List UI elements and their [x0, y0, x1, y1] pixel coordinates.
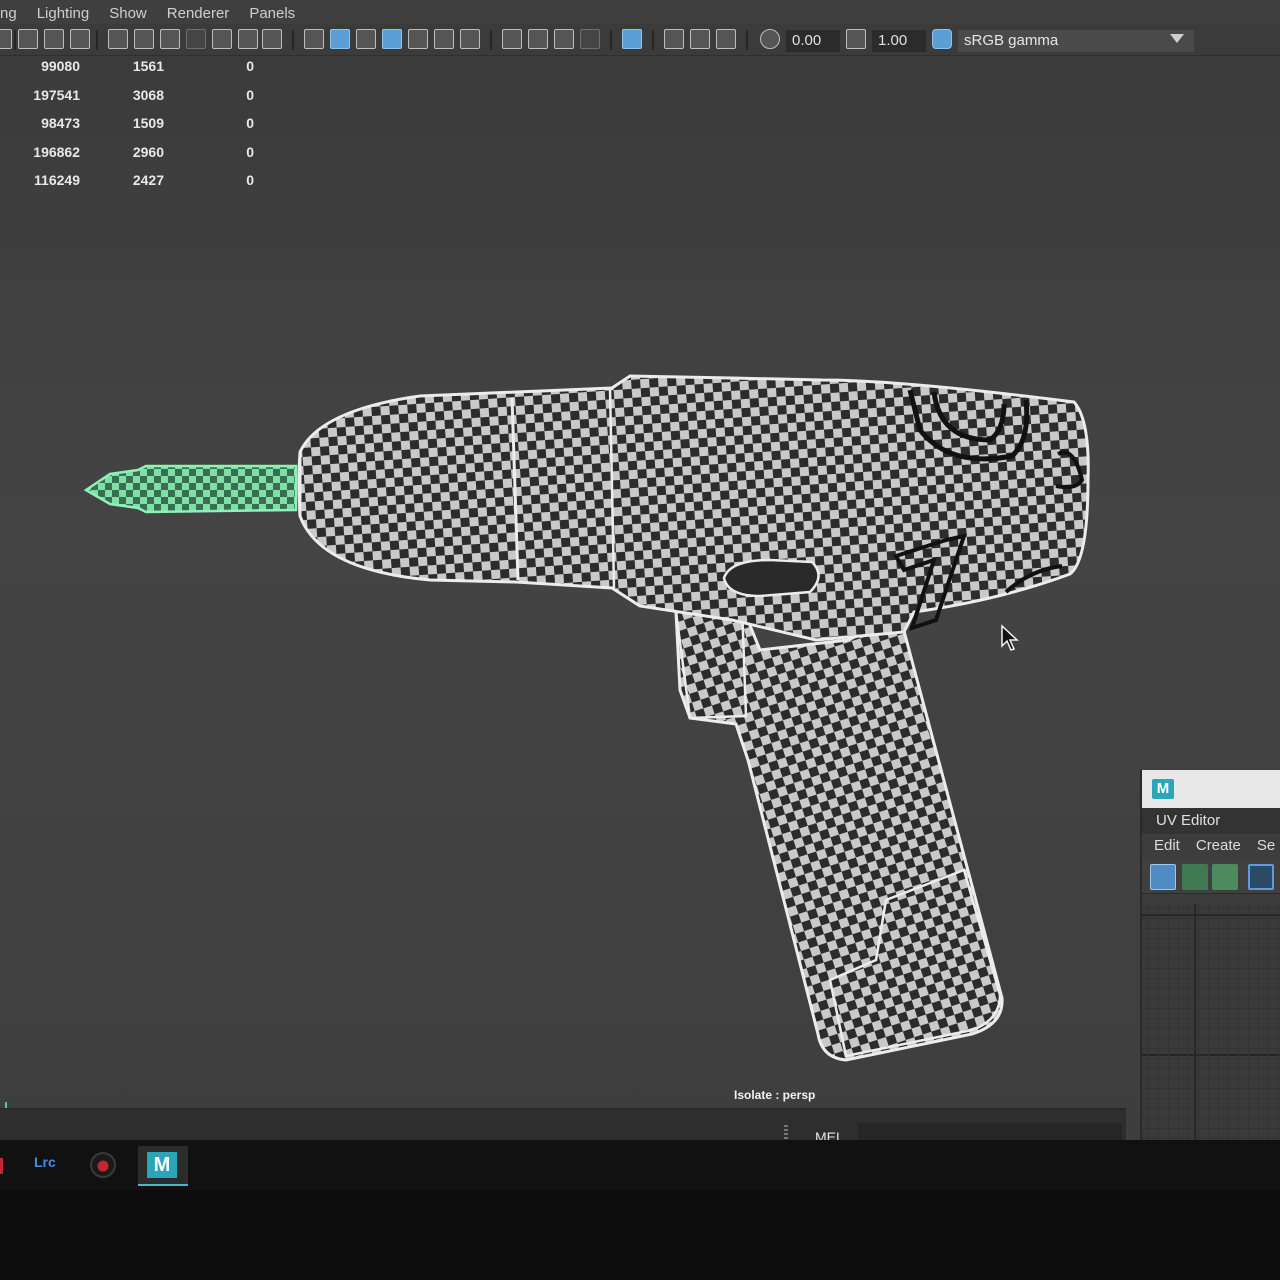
- hud-value: 98473: [41, 115, 80, 132]
- hud-value: 2960: [132, 143, 164, 160]
- menu-item-show[interactable]: Show: [109, 5, 147, 22]
- depth-of-field-icon[interactable]: [580, 29, 600, 49]
- hud-row-tris: 196862 2960 0: [0, 144, 270, 173]
- uv-unfold-icon[interactable]: [1212, 864, 1238, 890]
- uv-frame-icon[interactable]: [1248, 864, 1274, 890]
- field-chart-icon[interactable]: [212, 29, 232, 49]
- toolbar-divider: [292, 30, 294, 50]
- maya-taskbar-button[interactable]: M: [138, 1146, 188, 1186]
- uv-editor-title: UV Editor: [1142, 808, 1280, 834]
- menu-item-shading[interactable]: ng: [0, 5, 17, 22]
- mouse-cursor-icon: [1001, 624, 1019, 651]
- gate-mask-icon[interactable]: [186, 29, 206, 49]
- use-all-lights-icon[interactable]: [434, 29, 454, 49]
- resolution-gate-icon[interactable]: [160, 29, 180, 49]
- perspective-viewport[interactable]: [0, 58, 1128, 1133]
- hud-value: 0: [246, 58, 254, 74]
- toolbar-divider: [652, 30, 654, 50]
- camera-select-icon[interactable]: [0, 29, 12, 49]
- toolbar-divider: [746, 30, 748, 50]
- recorder-app-icon[interactable]: [90, 1152, 116, 1178]
- textured-icon[interactable]: [408, 29, 428, 49]
- camera-label: Isolate : persp: [734, 1088, 816, 1102]
- os-taskbar: Lrc M: [0, 1140, 1280, 1190]
- trigger-slot: [722, 558, 820, 598]
- menu-item-renderer[interactable]: Renderer: [167, 5, 230, 22]
- uv-grid-canvas[interactable]: [1142, 904, 1280, 1165]
- drill-bit[interactable]: [83, 464, 298, 514]
- hud-value: 116249: [34, 172, 80, 189]
- screen-space-ao-icon[interactable]: [502, 29, 522, 49]
- exposure-icon[interactable]: [760, 29, 780, 49]
- hud-value: 2427: [132, 172, 164, 189]
- uv-menu-create[interactable]: Create: [1196, 837, 1241, 855]
- taskbar-app-indicator: [0, 1158, 3, 1174]
- xray-icon[interactable]: [664, 29, 684, 49]
- shadows-icon[interactable]: [460, 29, 480, 49]
- uv-editor-menu: Edit Create Se: [1142, 834, 1280, 858]
- anti-aliasing-icon[interactable]: [554, 29, 574, 49]
- uv-editor-toolbar: [1142, 858, 1280, 894]
- drill-model[interactable]: [0, 58, 1128, 1108]
- hud-value: 0: [246, 115, 254, 132]
- safe-action-icon[interactable]: [238, 29, 258, 49]
- maya-window: ng Lighting Show Renderer Panels 0.00 1.…: [0, 0, 1280, 1165]
- wireframe-on-shaded-icon[interactable]: [382, 29, 402, 49]
- hud-row-faces: 98473 1509 0: [0, 115, 270, 144]
- motion-blur-icon[interactable]: [528, 29, 548, 49]
- gamma-field[interactable]: 1.00: [872, 30, 926, 52]
- uv-editor-window: M UV Editor Edit Create Se: [1140, 770, 1280, 1165]
- isolate-select-icon[interactable]: [622, 29, 642, 49]
- toolbar-divider: [610, 30, 612, 50]
- wireframe-icon[interactable]: [304, 29, 324, 49]
- hud-value: 0: [246, 86, 254, 103]
- bookmark-icon[interactable]: [44, 29, 64, 49]
- drill-body[interactable]: [297, 374, 1090, 642]
- color-space-value: sRGB gamma: [964, 32, 1059, 49]
- film-gate-icon[interactable]: [134, 29, 154, 49]
- hud-value: 1509: [132, 115, 164, 132]
- xray-joints-icon[interactable]: [690, 29, 710, 49]
- use-default-material-icon[interactable]: [356, 29, 376, 49]
- smooth-shade-icon[interactable]: [330, 29, 350, 49]
- hud-value: 197541: [33, 86, 80, 103]
- maya-logo-icon: M: [1152, 779, 1174, 799]
- image-plane-icon[interactable]: [70, 29, 90, 49]
- gamma-icon[interactable]: [846, 29, 866, 49]
- menu-item-lighting[interactable]: Lighting: [37, 5, 90, 22]
- uv-menu-edit[interactable]: Edit: [1154, 837, 1180, 855]
- viewport-menu-bar: ng Lighting Show Renderer Panels: [0, 0, 1280, 26]
- color-management-icon[interactable]: [932, 29, 952, 49]
- menu-item-panels[interactable]: Panels: [249, 5, 295, 22]
- xray-active-components-icon[interactable]: [716, 29, 736, 49]
- toolbar-divider: [490, 30, 492, 50]
- uv-menu-select[interactable]: Se: [1257, 837, 1275, 855]
- uv-shell-icon[interactable]: [1150, 864, 1176, 890]
- hud-value: 1561: [132, 58, 164, 74]
- uv-layout-icon[interactable]: [1182, 864, 1208, 890]
- color-space-dropdown[interactable]: sRGB gamma: [958, 30, 1194, 52]
- toolbar-divider: [14, 30, 16, 50]
- hud-value: 0: [246, 172, 254, 189]
- drill-handle[interactable]: [674, 604, 1004, 1062]
- hud-row-uvs: 116249 2427 0: [0, 172, 270, 201]
- maya-app-icon: M: [147, 1152, 177, 1178]
- hud-row-edges: 197541 3068 0: [0, 87, 270, 116]
- safe-title-icon[interactable]: [262, 29, 282, 49]
- poly-count-hud: 99080 1561 0 197541 3068 0 98473 1509 0 …: [0, 58, 270, 201]
- lightroom-app-icon[interactable]: Lrc: [34, 1154, 56, 1170]
- hud-value: 196862: [33, 143, 80, 160]
- camera-attributes-icon[interactable]: [18, 29, 38, 49]
- viewport-toolbar: 0.00 1.00 sRGB gamma: [0, 24, 1280, 56]
- hud-value: 99080: [41, 58, 80, 74]
- hud-row-verts: 99080 1561 0: [0, 58, 270, 87]
- uv-editor-titlebar[interactable]: M: [1142, 770, 1280, 808]
- hud-value: 0: [246, 143, 254, 160]
- exposure-field[interactable]: 0.00: [786, 30, 840, 52]
- grid-icon[interactable]: [108, 29, 128, 49]
- hud-value: 3068: [132, 86, 164, 103]
- chevron-down-icon: [1170, 34, 1184, 43]
- toolbar-divider: [96, 30, 98, 50]
